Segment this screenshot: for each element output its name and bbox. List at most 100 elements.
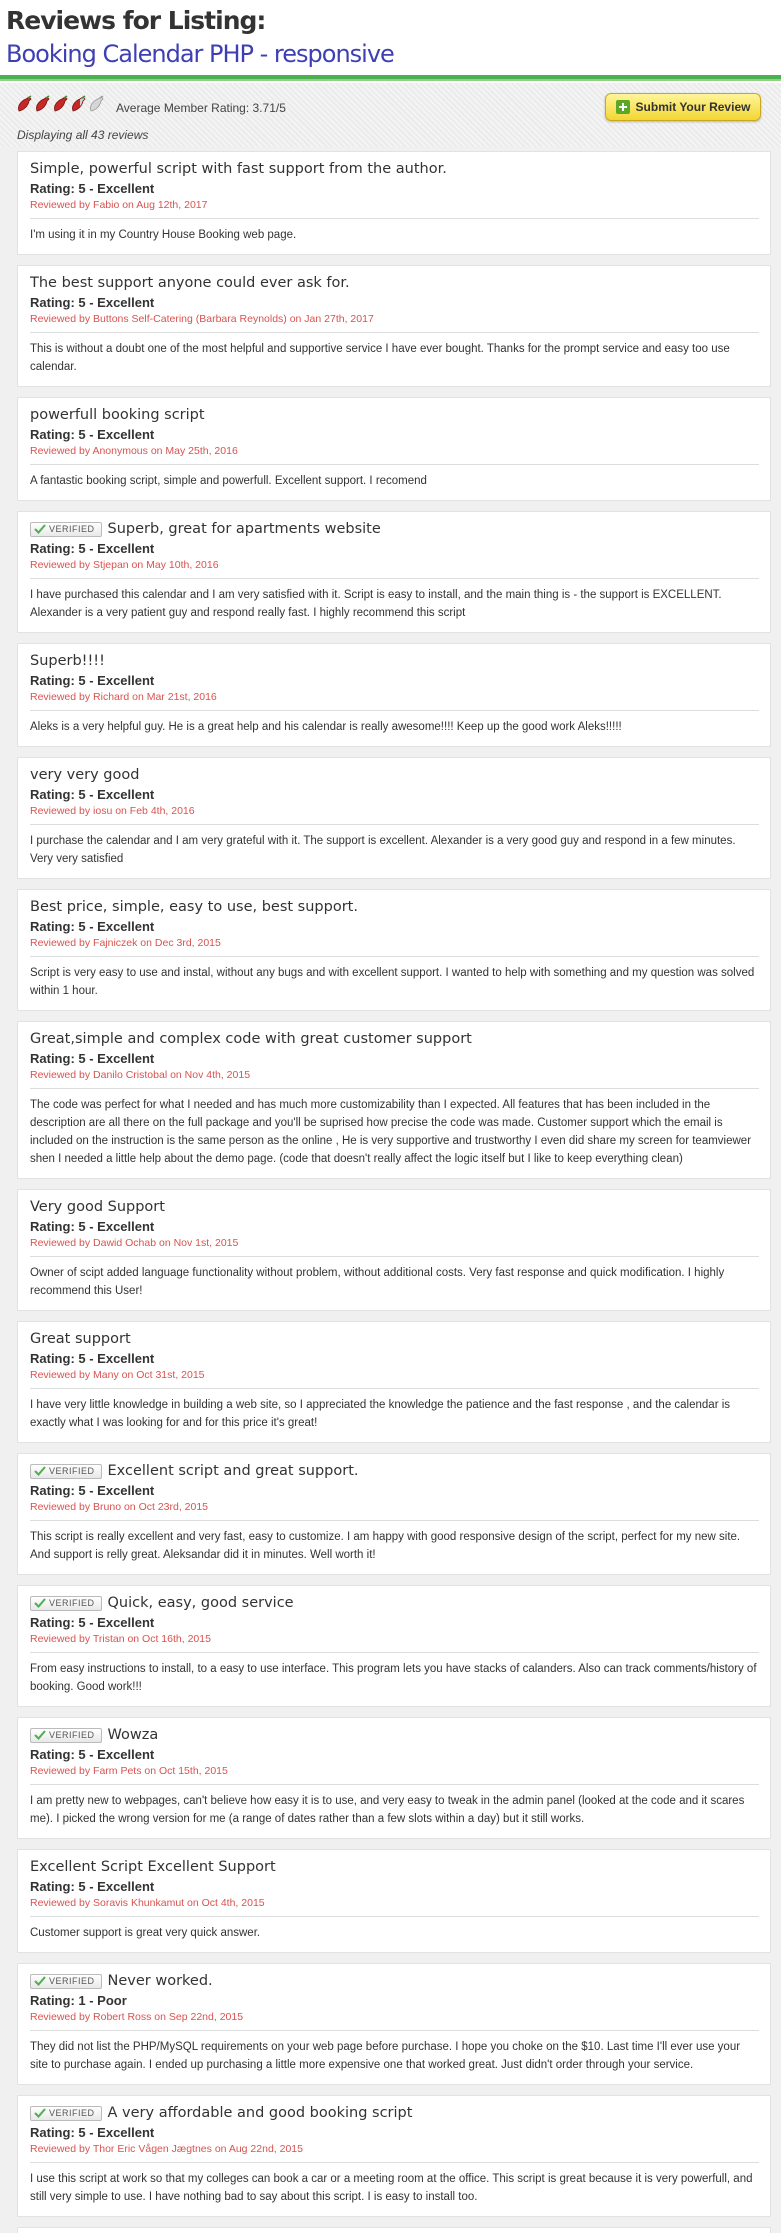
review-card: powerfull booking script Rating: 5 - Exc… — [17, 397, 771, 501]
review-title: very very good — [30, 767, 140, 783]
review-rating: Rating: 5 - Excellent — [30, 427, 155, 442]
review-title: Great support — [30, 1331, 131, 1347]
review-rating: Rating: 5 - Excellent — [30, 1051, 155, 1066]
review-card: Very good Support Rating: 5 - Excellent … — [17, 1189, 771, 1311]
review-title: Simple, powerful script with fast suppor… — [30, 161, 447, 177]
review-body: I'm using it in my Country House Booking… — [30, 229, 297, 241]
review-body: I have purchased this calendar and I am … — [30, 589, 722, 619]
review-rating: Rating: 5 - Excellent — [30, 181, 155, 196]
review-title: The best support anyone could ever ask f… — [30, 275, 350, 291]
review-header: Excellent Script Excellent Support — [30, 1859, 759, 1875]
review-card: Best price, simple, easy to use, best su… — [17, 889, 771, 1011]
review-rating: Rating: 5 - Excellent — [30, 1483, 155, 1498]
review-title: Superb!!!! — [30, 653, 105, 669]
review-rating: Rating: 5 - Excellent — [30, 787, 155, 802]
review-header: Very good Support — [30, 1199, 759, 1215]
verified-badge: VERIFIED — [30, 1595, 102, 1611]
review-title: Very good Support — [30, 1199, 165, 1215]
plus-icon — [615, 100, 630, 114]
review-header: VERIFIED Excellent script and great supp… — [30, 1463, 759, 1479]
review-card: VERIFIED Superb, great for apartments we… — [17, 511, 771, 633]
review-title: Great,simple and complex code with great… — [30, 1031, 472, 1047]
review-list: Simple, powerful script with fast suppor… — [0, 147, 781, 2233]
review-header: Superb!!!! — [30, 653, 759, 669]
review-header: Best price, simple, easy to use, best su… — [30, 899, 759, 915]
review-rating: Rating: 5 - Excellent — [30, 541, 155, 556]
review-count-text: Displaying all 43 reviews — [17, 128, 149, 142]
review-rating: Rating: 5 - Excellent — [30, 673, 155, 688]
review-rating: Rating: 5 - Excellent — [30, 919, 155, 934]
checkmark-icon — [34, 1976, 46, 1986]
review-header: powerfull booking script — [30, 407, 759, 423]
review-meta: Reviewed by Robert Ross on Sep 22nd, 201… — [30, 2011, 759, 2031]
checkmark-icon — [34, 1466, 46, 1476]
rating-summary: Average Member Rating: 3.71/5 Displaying… — [0, 83, 781, 147]
review-body: Aleks is a very helpful guy. He is a gre… — [30, 721, 622, 733]
review-header: very very good — [30, 767, 759, 783]
review-meta: Reviewed by Anonymous on May 25th, 2016 — [30, 445, 759, 465]
pepper-half-icon — [70, 95, 87, 113]
review-meta: Reviewed by Many on Oct 31st, 2015 — [30, 1369, 759, 1389]
review-rating: Rating: 1 - Poor — [30, 1993, 127, 2008]
review-body: Script is very easy to use and instal, w… — [30, 967, 755, 997]
review-title: Superb, great for apartments website — [107, 521, 381, 537]
review-rating: Rating: 5 - Excellent — [30, 295, 155, 310]
page-header: Reviews for Listing: Booking Calendar PH… — [0, 0, 781, 82]
checkmark-icon — [34, 1730, 46, 1740]
verified-badge: VERIFIED — [30, 1973, 102, 1989]
review-body: I have very little knowledge in building… — [30, 1399, 731, 1429]
review-meta: Reviewed by Fabio on Aug 12th, 2017 — [30, 199, 759, 219]
review-meta: Reviewed by Buttons Self-Catering (Barba… — [30, 313, 759, 333]
review-meta: Reviewed by Stjepan on May 10th, 2016 — [30, 559, 759, 579]
review-card: Excellent Script Excellent Support Ratin… — [17, 1849, 771, 1953]
review-title: Never worked. — [107, 1973, 213, 1989]
verified-badge: VERIFIED — [30, 1727, 102, 1743]
listing-name-link[interactable]: Booking Calendar PHP - responsive — [6, 40, 395, 68]
review-meta: Reviewed by iosu on Feb 4th, 2016 — [30, 805, 759, 825]
review-header: Great,simple and complex code with great… — [30, 1031, 759, 1047]
review-rating: Rating: 5 - Excellent — [30, 1615, 155, 1630]
pepper-empty-icon — [88, 95, 105, 113]
review-meta: Reviewed by Bruno on Oct 23rd, 2015 — [30, 1501, 759, 1521]
review-title: Excellent Script Excellent Support — [30, 1859, 276, 1875]
verified-label: VERIFIED — [49, 1730, 95, 1740]
pepper-full-icon — [34, 95, 51, 113]
review-rating: Rating: 5 - Excellent — [30, 1351, 155, 1366]
pepper-full-icon — [16, 95, 33, 113]
submit-review-button[interactable]: Submit Your Review — [605, 93, 761, 121]
review-meta: Reviewed by Fajniczek on Dec 3rd, 2015 — [30, 937, 759, 957]
review-card: Great support Rating: 5 - Excellent Revi… — [17, 1321, 771, 1443]
review-rating: Rating: 5 - Excellent — [30, 2125, 155, 2140]
checkmark-icon — [34, 1598, 46, 1608]
review-body: I purchase the calendar and I am very gr… — [30, 835, 736, 865]
review-card: VERIFIED Never worked. Rating: 1 - Poor … — [17, 1963, 771, 2085]
review-title: Quick, easy, good service — [107, 1595, 294, 1611]
submit-review-label: Submit Your Review — [635, 100, 751, 114]
review-meta: Reviewed by Tristan on Oct 16th, 2015 — [30, 1633, 759, 1653]
review-card: VERIFIED Perfect solution for my respons… — [17, 2227, 771, 2233]
checkmark-icon — [34, 524, 46, 534]
verified-badge: VERIFIED — [30, 521, 102, 537]
review-title: Best price, simple, easy to use, best su… — [30, 899, 358, 915]
review-title: powerfull booking script — [30, 407, 205, 423]
pepper-full-icon — [52, 95, 69, 113]
review-header: Simple, powerful script with fast suppor… — [30, 161, 759, 177]
review-rating: Rating: 5 - Excellent — [30, 1219, 155, 1234]
page-title: Reviews for Listing: — [6, 6, 266, 35]
review-meta: Reviewed by Danilo Cristobal on Nov 4th,… — [30, 1069, 759, 1089]
review-title: A very affordable and good booking scrip… — [107, 2105, 413, 2121]
review-card: very very good Rating: 5 - Excellent Rev… — [17, 757, 771, 879]
review-title: Wowza — [107, 1727, 159, 1743]
review-header: The best support anyone could ever ask f… — [30, 275, 759, 291]
review-header: VERIFIED Quick, easy, good service — [30, 1595, 759, 1611]
review-card: VERIFIED Wowza Rating: 5 - Excellent Rev… — [17, 1717, 771, 1839]
verified-label: VERIFIED — [49, 524, 95, 534]
review-card: VERIFIED Excellent script and great supp… — [17, 1453, 771, 1575]
review-body: Customer support is great very quick ans… — [30, 1927, 261, 1939]
review-header: VERIFIED Never worked. — [30, 1973, 759, 1989]
review-meta: Reviewed by Dawid Ochab on Nov 1st, 2015 — [30, 1237, 759, 1257]
verified-label: VERIFIED — [49, 1598, 95, 1608]
pepper-rating — [16, 95, 105, 115]
review-meta: Reviewed by Soravis Khunkamut on Oct 4th… — [30, 1897, 759, 1917]
review-body: I use this script at work so that my col… — [30, 2173, 753, 2203]
